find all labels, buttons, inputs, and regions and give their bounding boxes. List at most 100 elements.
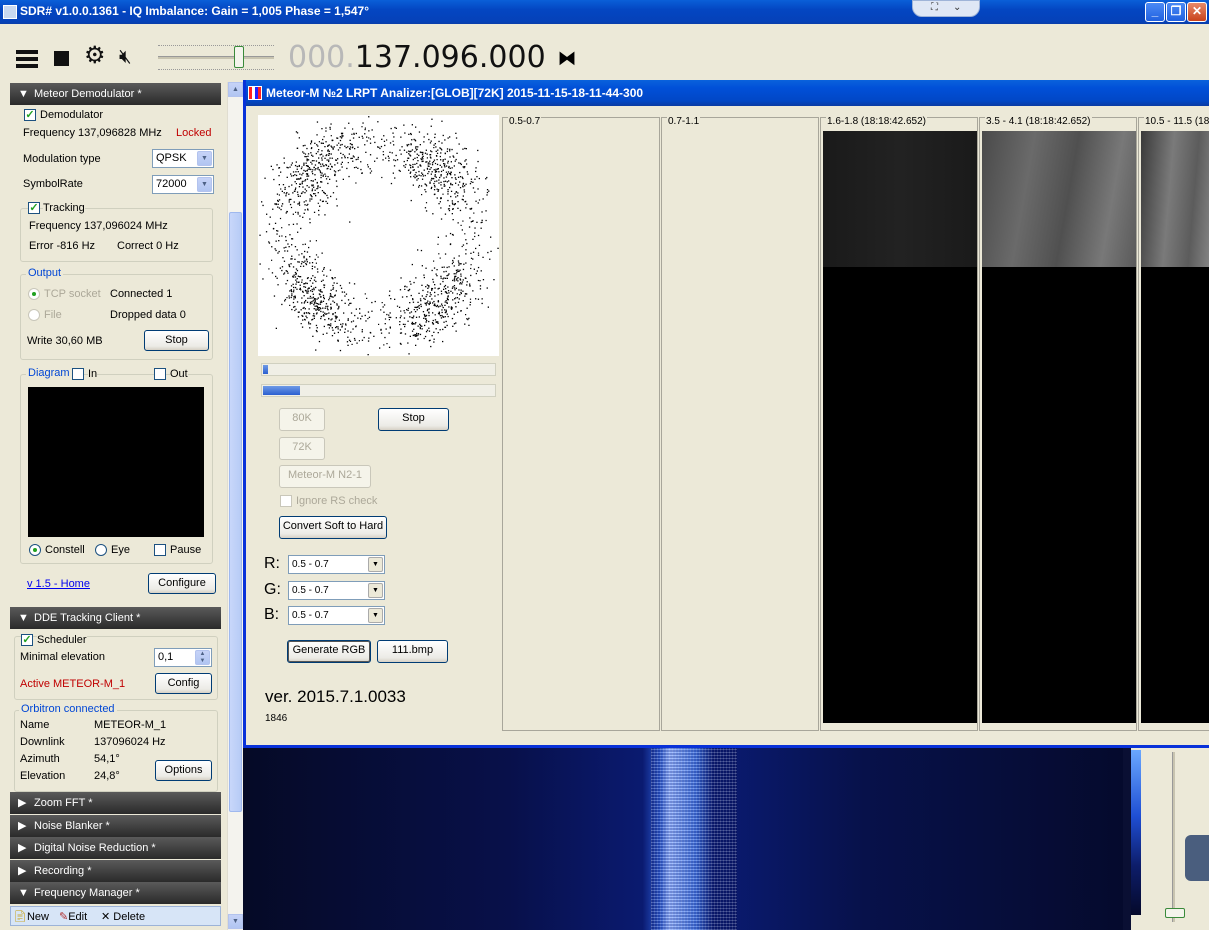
swap-arrows-icon[interactable]: ⧓ [558, 48, 576, 69]
delete-button[interactable]: ✕ Delete [101, 910, 145, 923]
convert-soft-to-hard-button[interactable]: Convert Soft to Hard [279, 516, 387, 539]
collapse-arrow-icon: ▼ [18, 612, 29, 624]
dde-tracking-header[interactable]: ▼ DDE Tracking Client * [10, 607, 221, 629]
window-titlebar: SDR# v1.0.0.1361 - IQ Imbalance: Gain = … [0, 0, 1209, 24]
frame-count: 1846 [265, 713, 288, 724]
file-label: File [44, 309, 62, 321]
zoom-fft-header[interactable]: ▶ Zoom FFT * [10, 792, 221, 814]
blue-channel-select[interactable]: 0.5 - 0.7 ▼ [288, 606, 385, 625]
waterfall-edge [1123, 748, 1131, 930]
recording-header[interactable]: ▶ Recording * [10, 860, 221, 882]
scrollbar-thumb[interactable] [229, 212, 242, 812]
configure-button[interactable]: Configure [148, 573, 216, 594]
options-button[interactable]: Options [155, 760, 212, 781]
chevron-down-icon[interactable]: ▼ [197, 151, 212, 166]
output-group-title: Output [26, 267, 64, 279]
demodulator-checkbox[interactable]: ✓ [24, 109, 36, 121]
meteor-demodulator-header[interactable]: ▼ Meteor Demodulator * [10, 83, 221, 105]
analyzer-app-icon [248, 86, 262, 100]
min-elevation-label: Minimal elevation [20, 651, 105, 663]
generate-rgb-button[interactable]: Generate RGB [287, 640, 371, 663]
tracking-group [20, 208, 213, 262]
waterfall-display[interactable] [243, 748, 1131, 930]
frequency-display[interactable]: 000.137.096.000 [288, 40, 546, 75]
symbolrate-select[interactable]: 72000 ▼ [152, 175, 214, 194]
meteor-n2-1-button[interactable]: Meteor-M N2-1 [279, 465, 371, 488]
constell-radio[interactable] [29, 544, 41, 556]
tracking-checkbox[interactable]: ✓ [28, 202, 40, 214]
demodulator-label: Demodulator [40, 109, 103, 121]
bmp-file-button[interactable]: 111.bmp [377, 640, 448, 663]
gear-icon[interactable]: ⚙ [84, 44, 106, 68]
collapse-arrow-icon: ▼ [18, 887, 29, 899]
ignore-rs-checkbox[interactable] [280, 495, 292, 507]
spinner-arrows-icon[interactable]: ▲ ▼ [195, 650, 210, 665]
80k-button[interactable]: 80K [279, 408, 325, 431]
tracking-correct: Correct 0 Hz [117, 240, 179, 252]
diagram-display [28, 387, 204, 537]
band-panel-0.5-0.7 [502, 117, 660, 731]
contrast-slider[interactable] [1163, 752, 1185, 924]
symbolrate-label: SymbolRate [23, 178, 83, 190]
scheduler-checkbox[interactable]: ✓ [21, 634, 33, 646]
output-stop-button[interactable]: Stop [144, 330, 209, 351]
left-control-panel: ▼ Meteor Demodulator * ✓ Demodulator Freq… [0, 80, 243, 930]
min-elevation-spinner[interactable]: 0,1 ▲ ▼ [154, 648, 212, 667]
left-panel-scrollbar[interactable]: ▲ ▼ [227, 82, 243, 930]
expand-icon[interactable]: ⛶ [931, 2, 938, 13]
pause-checkbox[interactable] [154, 544, 166, 556]
speaker-mute-icon[interactable]: 🔇︎ [119, 46, 132, 68]
frequency-manager-header[interactable]: ▼ Frequency Manager * [10, 882, 221, 904]
expand-arrow-icon: ▶ [18, 820, 27, 832]
noise-blanker-header[interactable]: ▶ Noise Blanker * [10, 815, 221, 837]
minimize-button[interactable]: _ [1145, 2, 1165, 22]
lock-status: Locked [176, 127, 212, 139]
stop-icon[interactable] [54, 51, 69, 66]
azimuth-value: 54,1° [94, 753, 120, 765]
progress-bar-1 [261, 363, 496, 376]
main-toolbar: ⚙ 🔇︎ 000.137.096.000 ⧓ [0, 24, 1209, 80]
config-button[interactable]: Config [155, 673, 212, 694]
titlebar-tab-grip[interactable]: ⛶ ⌄ [912, 0, 980, 17]
diagram-out-checkbox[interactable] [154, 368, 166, 380]
chevron-down-icon[interactable]: ⌄ [953, 2, 961, 13]
hamburger-menu-icon[interactable] [16, 50, 38, 68]
chevron-down-icon[interactable]: ▼ [368, 583, 383, 598]
scroll-down-icon[interactable]: ▼ [228, 914, 243, 929]
close-button[interactable]: ✕ [1187, 2, 1207, 22]
volume-slider[interactable] [158, 43, 274, 73]
file-radio[interactable] [28, 309, 40, 321]
expand-arrow-icon: ▶ [18, 865, 27, 877]
downlink-label: Downlink [20, 736, 65, 748]
home-link[interactable]: v 1.5 - Home [27, 578, 90, 590]
tcp-socket-radio[interactable] [28, 288, 40, 300]
progress-fill-1 [263, 365, 268, 374]
eye-radio[interactable] [95, 544, 107, 556]
72k-button[interactable]: 72K [279, 437, 325, 460]
chevron-down-icon[interactable]: ▼ [368, 557, 383, 572]
contrast-slider-thumb[interactable] [1165, 908, 1185, 918]
sat-name-value: METEOR-M_1 [94, 719, 167, 731]
new-button[interactable]: 📄︎New [13, 910, 49, 923]
modulation-type-select[interactable]: QPSK ▼ [152, 149, 214, 168]
green-channel-label: G: [264, 581, 281, 598]
band-label-10.5-11.5: 10.5 - 11.5 (18 [1144, 116, 1209, 127]
chevron-down-icon[interactable]: ▼ [368, 608, 383, 623]
frequency-manager-toolbar: 📄︎New ✎Edit ✕ Delete [10, 906, 221, 926]
band-panel-10.5-11.5 [1138, 117, 1209, 731]
chevron-down-icon[interactable]: ▼ [197, 177, 212, 192]
write-size: Write 30,60 MB [27, 335, 103, 347]
side-panel-tab[interactable] [1185, 835, 1209, 881]
diagram-in-label: In [88, 368, 98, 380]
diagram-in-checkbox[interactable] [72, 368, 84, 380]
maximize-button[interactable]: ❐ [1166, 2, 1186, 22]
frequency-digits: 137.096.000 [354, 40, 546, 75]
dnr-header[interactable]: ▶ Digital Noise Reduction * [10, 837, 221, 859]
edit-button[interactable]: ✎Edit [59, 910, 87, 923]
analyzer-stop-button[interactable]: Stop [378, 408, 449, 431]
green-channel-select[interactable]: 0.5 - 0.7 ▼ [288, 581, 385, 600]
constell-label: Constell [45, 544, 85, 556]
red-channel-select[interactable]: 0.5 - 0.7 ▼ [288, 555, 385, 574]
volume-slider-thumb[interactable] [234, 46, 244, 68]
scroll-up-icon[interactable]: ▲ [228, 82, 243, 97]
